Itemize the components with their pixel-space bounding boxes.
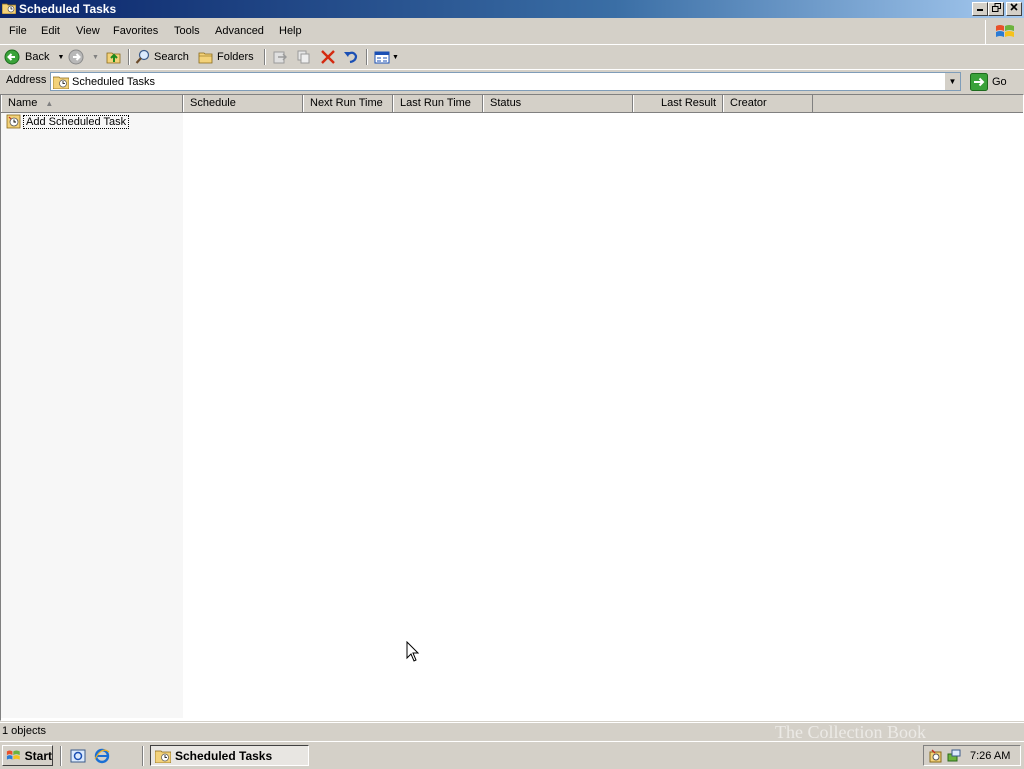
add-scheduled-task-icon (6, 114, 21, 129)
folder-up-icon (106, 52, 121, 64)
taskbar: Start Scheduled Tasks 7:26 AM (0, 741, 1024, 769)
system-tray: 7:26 AM (923, 745, 1021, 766)
menu-tools[interactable]: Tools (174, 25, 200, 37)
toolbar-separator (264, 49, 266, 65)
menu-view[interactable]: View (76, 25, 100, 37)
window-title: Scheduled Tasks (19, 2, 117, 16)
windows-logo (985, 20, 1022, 44)
delete-x-icon (321, 50, 335, 64)
column-header-name[interactable]: Name ▲ (1, 95, 183, 112)
go-button[interactable]: Go (970, 72, 1007, 91)
windows-flag-icon (6, 750, 20, 760)
address-value: Scheduled Tasks (72, 76, 155, 88)
title-bar[interactable]: Scheduled Tasks (0, 0, 1024, 18)
file-list-view[interactable]: Name ▲ Schedule Next Run Time Last Run Ti… (0, 94, 1024, 721)
chevron-down-icon[interactable]: ▼ (92, 54, 99, 61)
windows-flag-icon (996, 25, 1014, 37)
menu-advanced[interactable]: Advanced (215, 25, 264, 37)
scheduled-tasks-folder-icon (53, 76, 69, 89)
start-label: Start (24, 748, 52, 763)
list-item[interactable]: Add Scheduled Task (6, 114, 130, 130)
back-button[interactable]: Back ▼ (4, 48, 64, 66)
list-item-label: Add Scheduled Task (23, 115, 130, 129)
column-header-creator[interactable]: Creator (723, 95, 813, 112)
close-button[interactable] (1006, 2, 1022, 16)
name-column-highlight (1, 95, 183, 718)
taskbar-item-scheduled-tasks[interactable]: Scheduled Tasks (150, 745, 309, 766)
copy-to-icon (297, 50, 310, 64)
folders-icon (198, 52, 213, 64)
search-label: Search (154, 51, 189, 63)
minimize-button[interactable] (972, 2, 988, 16)
back-label: Back (25, 51, 50, 63)
column-header-schedule[interactable]: Schedule (183, 95, 303, 112)
explorer-icon (70, 749, 86, 763)
up-folder-button[interactable] (106, 48, 122, 66)
minimize-icon (977, 9, 983, 11)
network-tray-icon[interactable] (946, 748, 962, 764)
toolbar: Back ▼ ▼ Search Folders ▼ (0, 44, 1024, 69)
taskbar-item-label: Scheduled Tasks (175, 748, 273, 763)
close-icon (1010, 3, 1018, 11)
back-arrow-icon (4, 49, 20, 65)
menu-edit[interactable]: Edit (41, 25, 60, 37)
chevron-down-icon[interactable]: ▼ (392, 54, 399, 61)
menu-help[interactable]: Help (279, 25, 302, 37)
views-button[interactable]: ▼ (374, 48, 399, 66)
toolbar-separator (128, 49, 130, 65)
column-header-next-run-time[interactable]: Next Run Time (303, 95, 393, 112)
scheduled-tasks-folder-icon (155, 750, 171, 763)
go-label: Go (992, 75, 1007, 88)
toolbar-separator (366, 49, 368, 65)
folders-label: Folders (217, 51, 254, 63)
mouse-cursor-icon (406, 641, 420, 662)
taskbar-separator (142, 746, 144, 766)
forward-button[interactable]: ▼ (68, 48, 99, 66)
taskbar-separator (60, 746, 62, 766)
chevron-down-icon[interactable]: ▼ (57, 54, 64, 61)
column-header-status[interactable]: Status (483, 95, 633, 112)
status-text: 1 objects (2, 725, 47, 737)
quicklaunch-internet-explorer-button[interactable] (94, 748, 110, 767)
column-header-row: Name ▲ Schedule Next Run Time Last Run Ti… (1, 95, 1023, 113)
watermark: The Collection Book (775, 722, 926, 742)
copy-to-button[interactable] (296, 48, 312, 66)
task-scheduler-tray-icon[interactable] (928, 748, 944, 764)
column-header-last-run-time[interactable]: Last Run Time (393, 95, 483, 112)
address-bar: Address Scheduled Tasks ▼ Go (0, 69, 1024, 93)
go-arrow-icon (970, 72, 988, 91)
delete-button[interactable] (320, 48, 336, 66)
menu-file[interactable]: File (9, 25, 27, 37)
scheduled-tasks-folder-icon (2, 3, 16, 14)
search-icon (135, 49, 150, 64)
menu-bar: File Edit View Favorites Tools Advanced … (0, 21, 1024, 42)
chevron-down-icon: ▼ (948, 77, 957, 86)
clock[interactable]: 7:26 AM (970, 750, 1010, 762)
menu-favorites[interactable]: Favorites (113, 25, 158, 37)
move-to-icon (273, 51, 287, 64)
internet-explorer-icon (94, 748, 110, 764)
move-to-button[interactable] (272, 48, 288, 66)
sort-ascending-icon: ▲ (45, 99, 54, 108)
undo-button[interactable] (343, 48, 359, 66)
quicklaunch-explorer-button[interactable] (70, 748, 86, 767)
address-dropdown-button[interactable]: ▼ (944, 73, 960, 90)
column-header-last-result[interactable]: Last Result (633, 95, 723, 112)
start-button[interactable]: Start (2, 745, 53, 766)
forward-arrow-icon (68, 49, 84, 65)
column-header-name-label: Name (8, 97, 38, 109)
restore-button[interactable] (988, 2, 1004, 16)
address-label: Address (6, 74, 47, 86)
folders-button[interactable]: Folders (198, 48, 254, 66)
restore-icon (991, 3, 1001, 12)
undo-icon (344, 51, 358, 64)
views-icon (374, 51, 390, 64)
address-field[interactable]: Scheduled Tasks ▼ (50, 72, 961, 91)
search-button[interactable]: Search (135, 48, 189, 66)
